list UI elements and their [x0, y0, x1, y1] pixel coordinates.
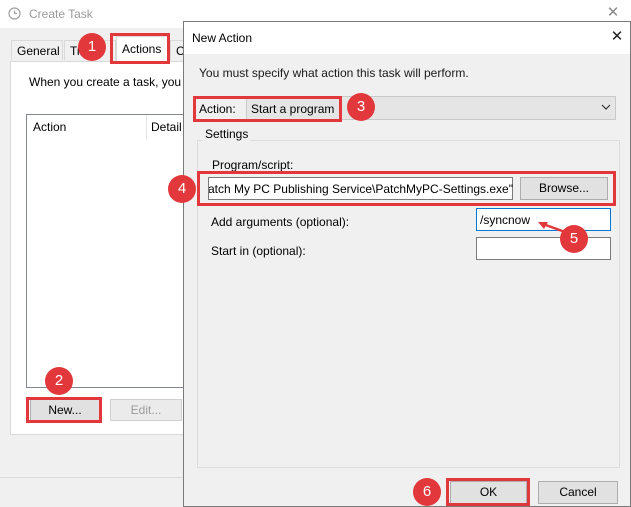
highlight-box-new-button	[26, 397, 102, 423]
highlight-box-action	[193, 96, 342, 122]
actions-intro-text: When you create a task, you m	[29, 75, 184, 89]
step-badge-3: 3	[347, 93, 375, 121]
settings-group-label: Settings	[203, 127, 251, 141]
divider	[0, 477, 190, 478]
clock-icon	[8, 7, 21, 20]
step-badge-4: 4	[168, 175, 196, 203]
column-header-details[interactable]: Detail	[151, 120, 186, 134]
arguments-label: Add arguments (optional):	[211, 215, 350, 229]
highlight-box-ok	[446, 478, 530, 506]
program-script-label: Program/script:	[212, 158, 294, 172]
cancel-button[interactable]: Cancel	[538, 481, 618, 504]
dialog-instruction: You must specify what action this task w…	[199, 66, 469, 80]
step-badge-2: 2	[45, 367, 73, 395]
highlight-box-program	[197, 171, 616, 206]
step-badge-1: 1	[78, 33, 106, 61]
column-header-action[interactable]: Action	[33, 120, 66, 134]
close-icon[interactable]: ✕	[606, 26, 628, 48]
start-in-label: Start in (optional):	[211, 244, 306, 258]
actions-list[interactable]	[26, 114, 190, 388]
start-in-input[interactable]	[476, 237, 611, 260]
step-badge-6: 6	[413, 478, 441, 506]
chevron-down-icon[interactable]	[600, 99, 612, 115]
step-badge-5: 5	[560, 225, 588, 253]
dialog-title: New Action	[192, 31, 253, 45]
column-separator	[146, 115, 147, 139]
arguments-value: /syncnow	[480, 213, 531, 227]
edit-action-button[interactable]: Edit...	[110, 399, 182, 421]
highlight-box-actions-tab	[110, 33, 170, 64]
tab-general[interactable]: General	[11, 40, 63, 60]
create-task-title: Create Task	[29, 7, 93, 21]
